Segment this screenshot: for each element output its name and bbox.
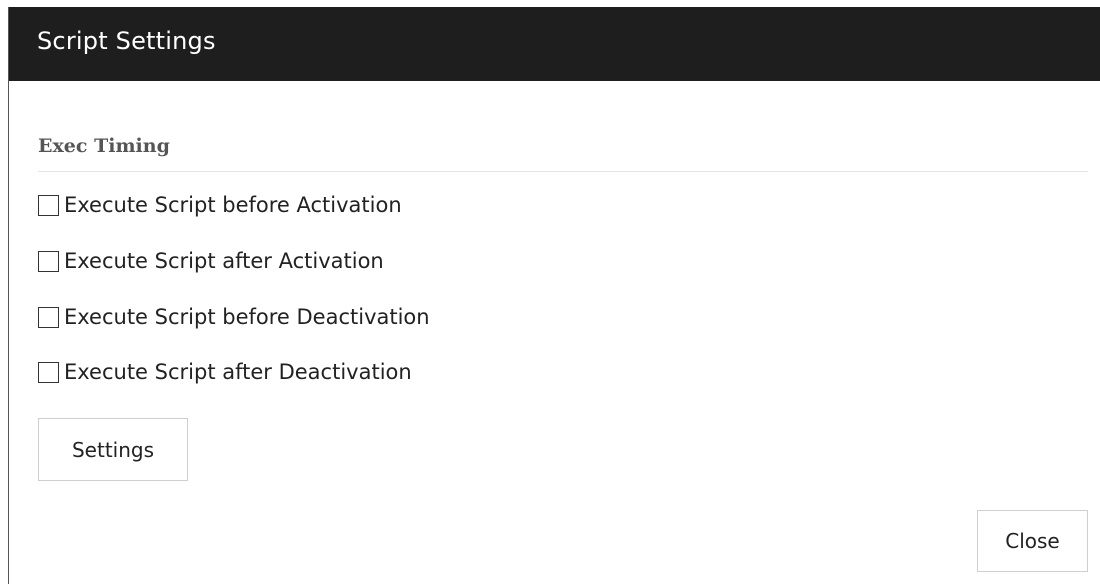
checkbox-unchecked-icon[interactable] bbox=[38, 194, 59, 216]
checkbox-after-deactivation[interactable]: Execute Script after Deactivation bbox=[38, 358, 412, 386]
checkbox-label: Execute Script after Activation bbox=[64, 249, 384, 273]
checkbox-label: Execute Script before Activation bbox=[64, 193, 402, 217]
settings-button[interactable]: Settings bbox=[38, 418, 188, 481]
close-button[interactable]: Close bbox=[977, 510, 1088, 572]
checkbox-after-activation[interactable]: Execute Script after Activation bbox=[38, 247, 384, 275]
dialog-titlebar: Script Settings bbox=[9, 7, 1100, 81]
exec-timing-heading: Exec Timing bbox=[38, 135, 170, 157]
checkbox-label: Execute Script before Deactivation bbox=[64, 305, 430, 329]
checkbox-unchecked-icon[interactable] bbox=[38, 306, 59, 328]
dialog-title: Script Settings bbox=[37, 27, 216, 55]
section-divider bbox=[38, 171, 1088, 172]
script-settings-dialog: Script Settings Exec Timing Execute Scri… bbox=[8, 7, 1100, 584]
checkbox-label: Execute Script after Deactivation bbox=[64, 360, 412, 384]
checkbox-before-deactivation[interactable]: Execute Script before Deactivation bbox=[38, 303, 430, 331]
checkbox-before-activation[interactable]: Execute Script before Activation bbox=[38, 191, 402, 219]
checkbox-unchecked-icon[interactable] bbox=[38, 361, 59, 383]
checkbox-unchecked-icon[interactable] bbox=[38, 250, 59, 272]
